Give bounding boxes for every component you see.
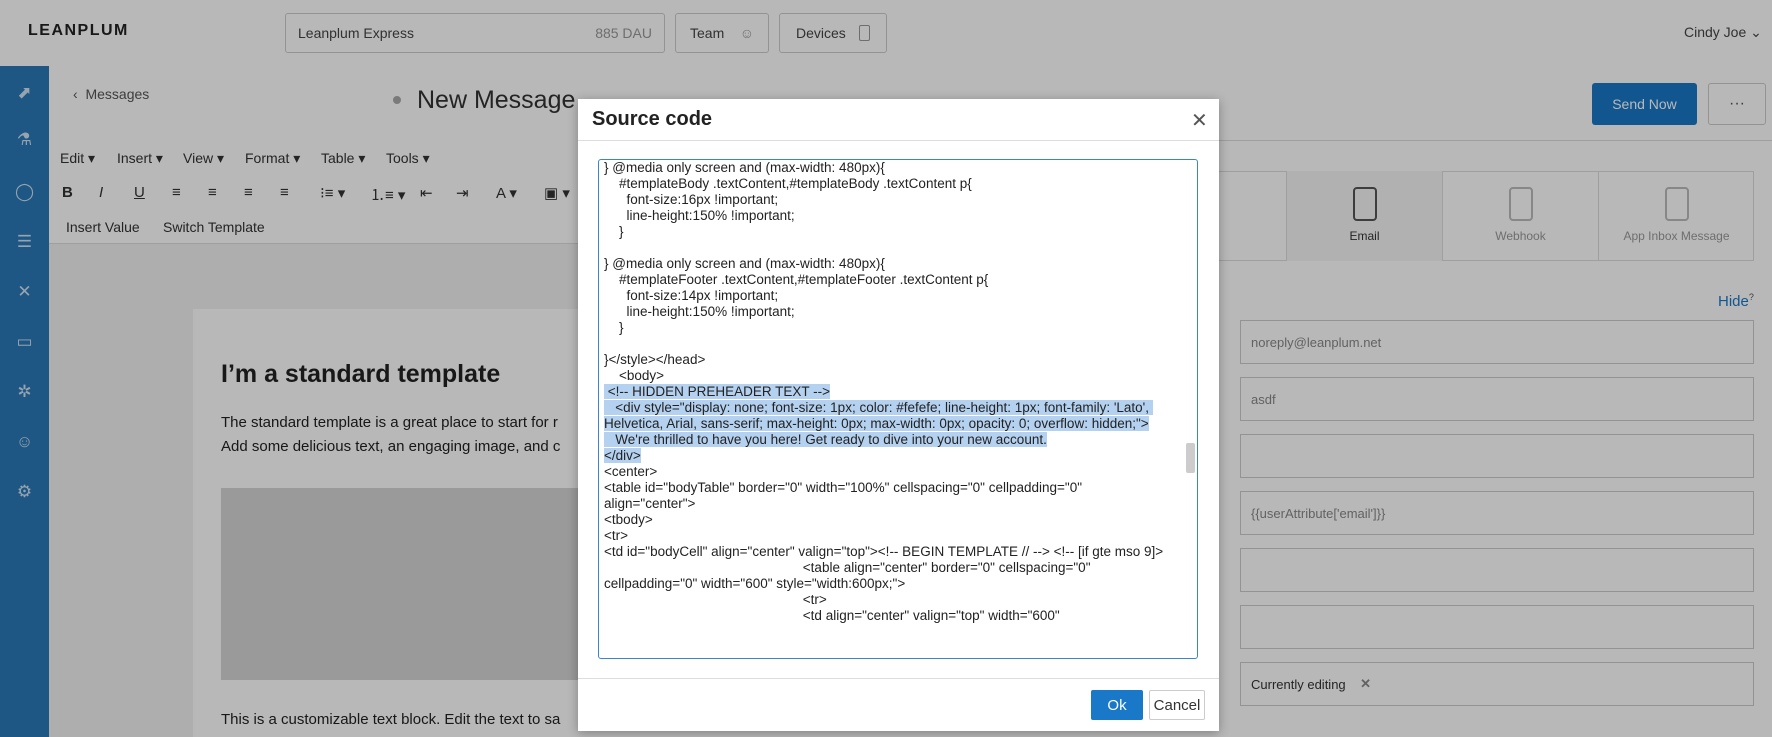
ok-button[interactable]: Ok [1091, 690, 1143, 720]
dialog-header-divider [578, 140, 1219, 141]
dialog-footer-divider [578, 678, 1219, 679]
close-dialog-button[interactable]: ✕ [1191, 108, 1208, 133]
cancel-button[interactable]: Cancel [1149, 690, 1205, 720]
source-code-textarea[interactable]: } @media only screen and (max-width: 480… [598, 159, 1198, 659]
dialog-title: Source code [592, 108, 713, 130]
code-selection: <!-- HIDDEN PREHEADER TEXT --> <div styl… [604, 384, 1153, 463]
close-icon: ✕ [1191, 110, 1208, 132]
code-scrollbar[interactable] [1186, 443, 1195, 473]
source-code-content: } @media only screen and (max-width: 480… [599, 160, 1197, 624]
code-before: } @media only screen and (max-width: 480… [604, 160, 989, 383]
code-after: <center> <table id="bodyTable" border="0… [604, 464, 1164, 623]
